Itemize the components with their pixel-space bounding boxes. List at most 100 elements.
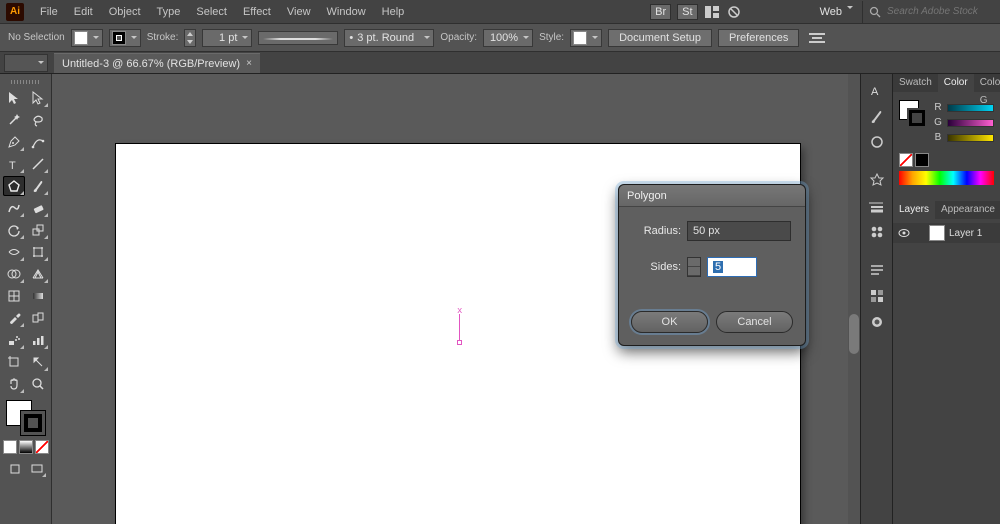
selection-tool[interactable] <box>3 88 25 108</box>
chevron-down-icon[interactable] <box>688 267 700 276</box>
mesh-tool[interactable] <box>3 286 25 306</box>
stroke-weight-field[interactable]: 1 pt <box>202 29 252 47</box>
opacity-field[interactable]: 100% <box>483 29 533 47</box>
tab-appearance[interactable]: Appearance <box>935 201 1000 219</box>
search-stock-input[interactable] <box>885 5 985 18</box>
cancel-button[interactable]: Cancel <box>716 311 793 333</box>
graphic-style-dropdown[interactable] <box>570 29 602 47</box>
tab-swatches[interactable]: Swatch <box>893 74 938 92</box>
perspective-grid-tool[interactable] <box>27 264 49 284</box>
polygon-tool[interactable] <box>3 176 25 196</box>
visibility-eye-icon[interactable] <box>897 226 911 240</box>
lasso-tool[interactable] <box>27 110 49 130</box>
menu-effect[interactable]: Effect <box>235 0 279 24</box>
rotate-tool[interactable] <box>3 220 25 240</box>
menu-help[interactable]: Help <box>374 0 413 24</box>
scrollbar-thumb[interactable] <box>849 314 859 354</box>
quick-none[interactable] <box>899 153 913 167</box>
document-list-dropdown[interactable] <box>4 54 48 72</box>
color-mode-none[interactable] <box>35 440 49 454</box>
chevron-up-icon[interactable] <box>185 30 195 38</box>
type-tool[interactable]: T <box>3 154 25 174</box>
direct-selection-tool[interactable] <box>27 88 49 108</box>
search-stock-field[interactable] <box>869 5 994 18</box>
dock-symbols-icon[interactable] <box>864 168 890 192</box>
stock-button[interactable]: St <box>677 4 697 20</box>
free-transform-tool[interactable] <box>27 242 49 262</box>
dock-circle-icon[interactable] <box>864 130 890 154</box>
color-spectrum[interactable] <box>899 171 994 185</box>
scale-tool[interactable] <box>27 220 49 240</box>
width-tool[interactable] <box>3 242 25 262</box>
shaper-tool[interactable] <box>3 198 25 218</box>
color-mode-gradient[interactable] <box>19 440 33 454</box>
variable-width-profile[interactable] <box>258 31 338 45</box>
paintbrush-tool[interactable] <box>27 176 49 196</box>
color-panel-proxy[interactable] <box>899 100 927 128</box>
tab-layers[interactable]: Layers <box>893 201 935 219</box>
chevron-up-icon[interactable] <box>688 258 700 267</box>
fill-stroke-proxy[interactable] <box>6 400 46 436</box>
slider-g[interactable] <box>947 119 994 127</box>
workspace-switcher[interactable]: Web <box>814 0 856 24</box>
gpu-toggle-icon[interactable] <box>726 4 742 20</box>
stroke-color-dropdown[interactable] <box>109 29 141 47</box>
dialog-title[interactable]: Polygon <box>619 185 805 207</box>
line-segment-tool[interactable] <box>27 154 49 174</box>
slice-tool[interactable] <box>27 352 49 372</box>
vertical-scrollbar[interactable] <box>848 74 860 524</box>
document-tab[interactable]: Untitled-3 @ 66.67% (RGB/Preview) × <box>54 53 260 73</box>
menu-object[interactable]: Object <box>101 0 149 24</box>
ok-button[interactable]: OK <box>631 311 708 333</box>
document-setup-button[interactable]: Document Setup <box>608 29 712 47</box>
layer-name[interactable]: Layer 1 <box>949 228 982 239</box>
magic-wand-tool[interactable] <box>3 110 25 130</box>
column-graph-tool[interactable] <box>27 330 49 350</box>
dock-paragraph-icon[interactable] <box>864 258 890 282</box>
layer-row[interactable]: Layer 1 <box>893 223 1000 243</box>
menu-type[interactable]: Type <box>149 0 189 24</box>
tab-color-guide[interactable]: Color G <box>974 74 1000 92</box>
bridge-button[interactable]: Br <box>650 4 671 20</box>
shape-builder-tool[interactable] <box>3 264 25 284</box>
pen-tool[interactable] <box>3 132 25 152</box>
close-icon[interactable]: × <box>246 58 252 69</box>
gradient-tool[interactable] <box>27 286 49 306</box>
color-panel-stroke[interactable] <box>907 108 927 128</box>
slider-b[interactable] <box>947 134 994 142</box>
fill-color-dropdown[interactable] <box>71 29 103 47</box>
toolbox-grip[interactable] <box>11 80 41 84</box>
blend-tool[interactable] <box>27 308 49 328</box>
dock-swatches-icon[interactable] <box>864 284 890 308</box>
sides-stepper[interactable] <box>687 257 701 277</box>
brush-definition-dropdown[interactable]: •3 pt. Round <box>344 29 434 47</box>
zoom-tool[interactable] <box>27 374 49 394</box>
menu-edit[interactable]: Edit <box>66 0 101 24</box>
slider-r[interactable] <box>947 104 994 112</box>
screen-mode-icon[interactable] <box>27 460 47 478</box>
dock-appearance-icon[interactable] <box>864 310 890 334</box>
hand-tool[interactable] <box>3 374 25 394</box>
eyedropper-tool[interactable] <box>3 308 25 328</box>
menu-view[interactable]: View <box>279 0 319 24</box>
dock-brush-icon[interactable] <box>864 104 890 128</box>
chevron-down-icon[interactable] <box>185 38 195 46</box>
dock-stroke-icon[interactable] <box>864 194 890 218</box>
menu-file[interactable]: File <box>32 0 66 24</box>
arrange-documents-icon[interactable] <box>704 4 720 20</box>
stroke-proxy[interactable] <box>20 410 46 436</box>
symbol-sprayer-tool[interactable] <box>3 330 25 350</box>
dock-letter-a-icon[interactable]: A <box>864 78 890 102</box>
quick-black[interactable] <box>915 153 929 167</box>
artboard-tool[interactable] <box>3 352 25 372</box>
radius-input[interactable]: 50 px <box>687 221 791 241</box>
curvature-tool[interactable] <box>27 132 49 152</box>
dock-clover-icon[interactable] <box>864 220 890 244</box>
color-mode-solid[interactable] <box>3 440 17 454</box>
tab-color[interactable]: Color <box>938 74 974 92</box>
eraser-tool[interactable] <box>27 198 49 218</box>
align-to-icon[interactable] <box>809 30 825 46</box>
menu-window[interactable]: Window <box>319 0 374 24</box>
sides-input[interactable]: 5 <box>707 257 757 277</box>
draw-normal-icon[interactable] <box>5 460 25 478</box>
